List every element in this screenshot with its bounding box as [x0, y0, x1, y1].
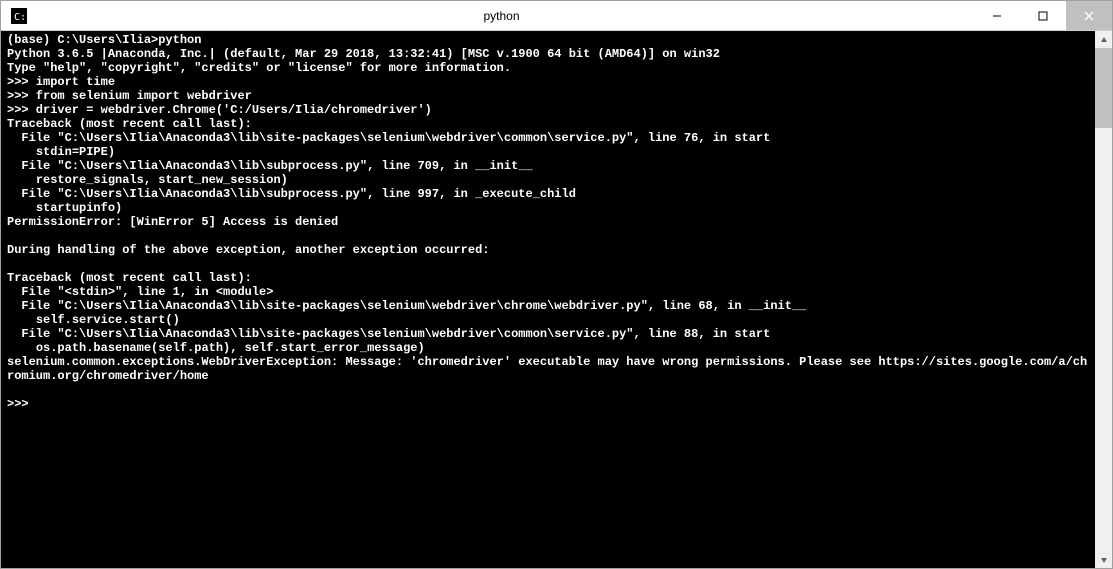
terminal-line: File "C:\Users\Ilia\Anaconda3\lib\site-p… [7, 131, 1089, 145]
terminal-line: selenium.common.exceptions.WebDriverExce… [7, 355, 1089, 383]
scroll-up-button[interactable] [1095, 31, 1112, 48]
scroll-thumb[interactable] [1095, 48, 1112, 128]
terminal-line: Python 3.6.5 |Anaconda, Inc.| (default, … [7, 47, 1089, 61]
terminal-line: During handling of the above exception, … [7, 243, 1089, 257]
terminal-line: File "C:\Users\Ilia\Anaconda3\lib\site-p… [7, 327, 1089, 341]
terminal-line: startupinfo) [7, 201, 1089, 215]
terminal-line: >>> import time [7, 75, 1089, 89]
terminal-line: restore_signals, start_new_session) [7, 173, 1089, 187]
scroll-down-button[interactable] [1095, 551, 1112, 568]
app-icon: C: [9, 6, 29, 26]
terminal-line [7, 229, 1089, 243]
terminal-line: os.path.basename(self.path), self.start_… [7, 341, 1089, 355]
terminal-line: Traceback (most recent call last): [7, 117, 1089, 131]
terminal-line [7, 257, 1089, 271]
terminal-line: (base) C:\Users\Ilia>python [7, 33, 1089, 47]
terminal-line [7, 383, 1089, 397]
application-window: C: python (base) C:\Users\Ilia>pythonPyt… [0, 0, 1113, 569]
terminal-line: File "C:\Users\Ilia\Anaconda3\lib\site-p… [7, 299, 1089, 313]
window-controls [974, 1, 1112, 30]
terminal-line: PermissionError: [WinError 5] Access is … [7, 215, 1089, 229]
terminal-line: Type "help", "copyright", "credits" or "… [7, 61, 1089, 75]
terminal-line: File "C:\Users\Ilia\Anaconda3\lib\subpro… [7, 159, 1089, 173]
window-title: python [29, 9, 974, 23]
terminal-line: self.service.start() [7, 313, 1089, 327]
maximize-button[interactable] [1020, 1, 1066, 30]
content-area: (base) C:\Users\Ilia>pythonPython 3.6.5 … [1, 31, 1112, 568]
vertical-scrollbar[interactable] [1095, 31, 1112, 568]
terminal-output[interactable]: (base) C:\Users\Ilia>pythonPython 3.6.5 … [1, 31, 1095, 568]
close-button[interactable] [1066, 1, 1112, 30]
scroll-track[interactable] [1095, 48, 1112, 551]
terminal-line: File "C:\Users\Ilia\Anaconda3\lib\subpro… [7, 187, 1089, 201]
svg-text:C:: C: [14, 12, 26, 23]
terminal-line: File "<stdin>", line 1, in <module> [7, 285, 1089, 299]
titlebar[interactable]: C: python [1, 1, 1112, 31]
terminal-line: >>> from selenium import webdriver [7, 89, 1089, 103]
terminal-line: >>> driver = webdriver.Chrome('C:/Users/… [7, 103, 1089, 117]
terminal-line: stdin=PIPE) [7, 145, 1089, 159]
minimize-button[interactable] [974, 1, 1020, 30]
terminal-line: Traceback (most recent call last): [7, 271, 1089, 285]
terminal-line: >>> [7, 397, 1089, 411]
